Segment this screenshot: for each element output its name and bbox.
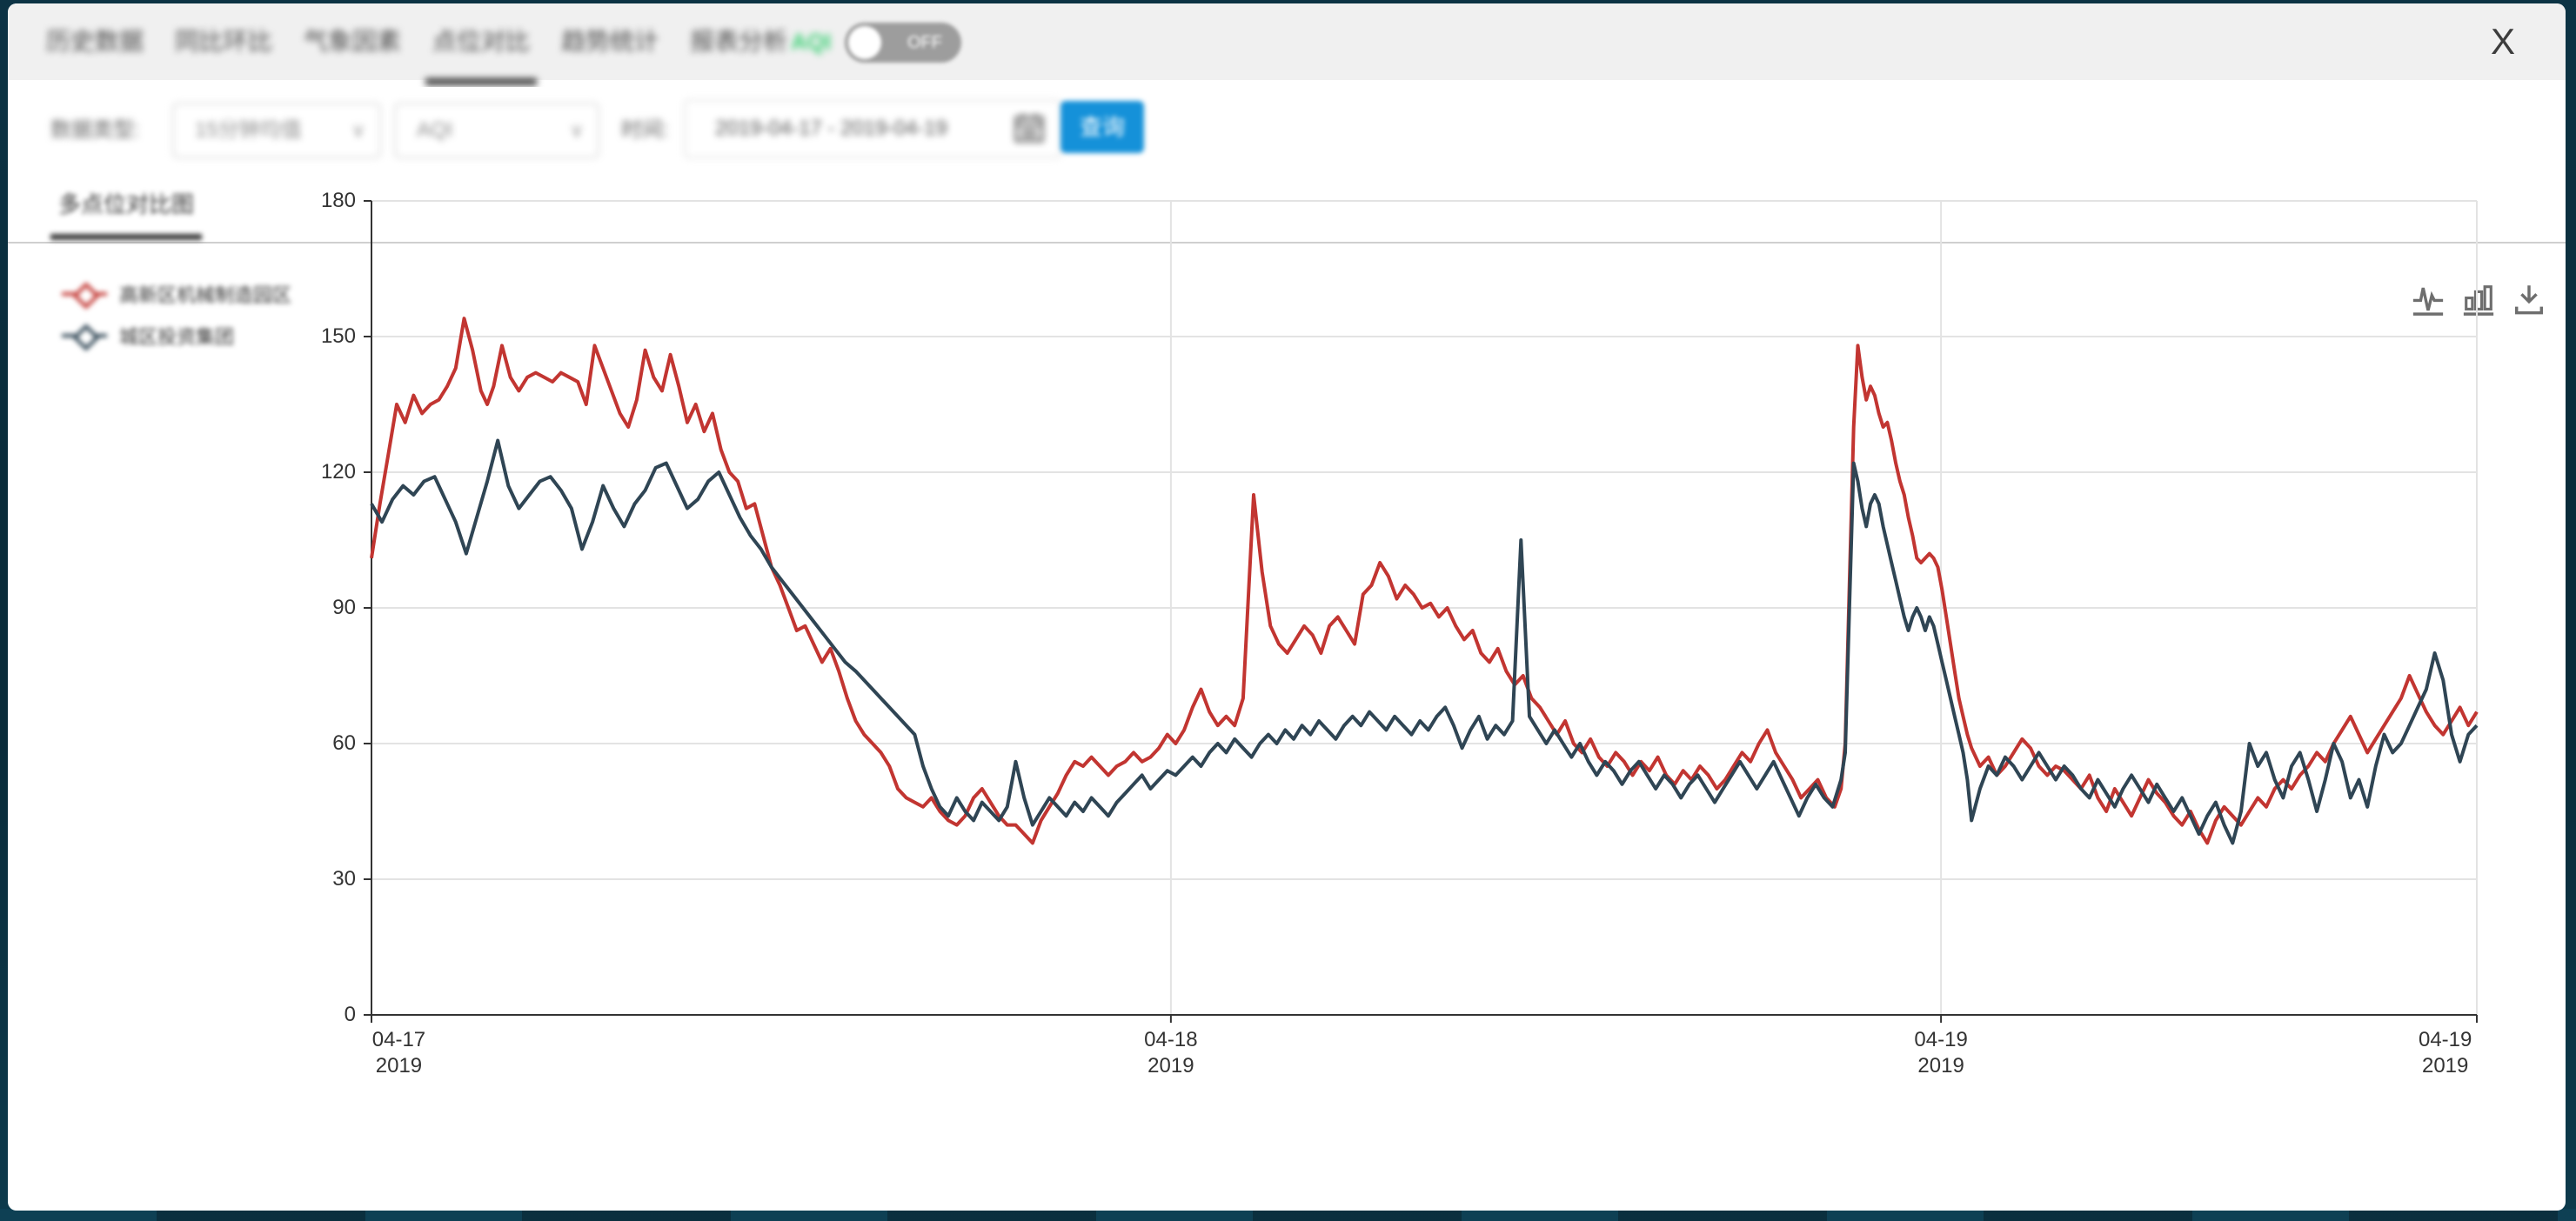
series-line bbox=[371, 318, 2477, 843]
chevron-down-icon: ∨ bbox=[351, 104, 365, 157]
metric-select[interactable]: AQI ∨ bbox=[394, 103, 599, 158]
subtab-multi-point-chart[interactable]: 多点位对比图 bbox=[58, 174, 194, 240]
y-axis-tick-label: 90 bbox=[281, 596, 356, 620]
x-axis-tick-label: 04-172019 bbox=[329, 1027, 468, 1079]
y-axis-tick-label: 150 bbox=[281, 324, 356, 349]
legend-item-series1[interactable]: 高新区机械制造园区 bbox=[62, 278, 291, 310]
tab-history-data[interactable]: 历史数据 bbox=[44, 3, 145, 80]
modal-header: 历史数据 同比环比 气象因素 点位对比 趋势统计 报表分析 AQI OFF X bbox=[8, 3, 2566, 80]
legend-item-series2[interactable]: 城区投资集团 bbox=[62, 320, 291, 351]
tab-weather-factor[interactable]: 气象因素 bbox=[302, 3, 403, 80]
filter-row: 数据类型: 15分钟均值 ∨ AQI ∨ 时间: 2019-04-17 - 20… bbox=[8, 87, 2566, 174]
nav-tabs: 历史数据 同比环比 气象因素 点位对比 趋势统计 报表分析 bbox=[44, 3, 817, 80]
tab-point-comparison[interactable]: 点位对比 bbox=[431, 3, 532, 80]
data-type-select[interactable]: 15分钟均值 ∨ bbox=[172, 103, 381, 158]
toggle-knob-icon bbox=[848, 26, 881, 59]
aqi-label: AQI bbox=[791, 3, 831, 80]
line-diamond-marker-icon bbox=[62, 325, 107, 346]
aqi-toggle-switch[interactable]: OFF bbox=[845, 23, 961, 63]
chart-svg bbox=[371, 201, 2477, 1015]
chevron-down-icon: ∨ bbox=[570, 104, 584, 157]
chart-legend: 高新区机械制造园区 城区投资集团 bbox=[62, 278, 291, 362]
date-range-input[interactable]: 2019-04-17 - 2019-04-19 bbox=[684, 99, 1061, 158]
query-button[interactable]: 查询 bbox=[1061, 101, 1144, 153]
toggle-state-label: OFF bbox=[907, 23, 942, 63]
time-label: 时间: bbox=[621, 87, 669, 174]
date-range-value: 2019-04-17 - 2019-04-19 bbox=[715, 117, 947, 140]
x-axis-tick-label: 04-182019 bbox=[1101, 1027, 1241, 1079]
series-line bbox=[371, 441, 2477, 844]
x-axis-tick-label: 04-192019 bbox=[2376, 1027, 2515, 1079]
legend-label: 高新区机械制造园区 bbox=[119, 280, 291, 308]
close-button[interactable]: X bbox=[2479, 17, 2527, 66]
y-axis-tick-label: 30 bbox=[281, 867, 356, 891]
point-comparison-modal: 历史数据 同比环比 气象因素 点位对比 趋势统计 报表分析 AQI OFF X … bbox=[8, 3, 2566, 1211]
metric-value: AQI bbox=[417, 118, 452, 142]
calendar-icon[interactable] bbox=[1014, 113, 1044, 143]
tab-yoy-comparison[interactable]: 同比环比 bbox=[173, 3, 274, 80]
x-axis-tick-label: 04-192019 bbox=[1871, 1027, 2011, 1079]
chart-plot[interactable]: 030609012015018004-17201904-18201904-192… bbox=[371, 201, 2477, 1015]
legend-label: 城区投资集团 bbox=[119, 322, 234, 350]
y-axis-tick-label: 120 bbox=[281, 460, 356, 484]
data-type-label: 数据类型: bbox=[50, 87, 140, 174]
line-diamond-marker-icon bbox=[62, 284, 107, 304]
y-axis-tick-label: 0 bbox=[281, 1003, 356, 1027]
download-icon[interactable] bbox=[2512, 282, 2546, 317]
y-axis-tick-label: 60 bbox=[281, 731, 356, 756]
data-type-value: 15分钟均值 bbox=[195, 118, 302, 142]
tab-report-analysis[interactable]: 报表分析 bbox=[688, 3, 789, 80]
tab-trend-statistics[interactable]: 趋势统计 bbox=[559, 3, 660, 80]
y-axis-tick-label: 180 bbox=[281, 189, 356, 213]
